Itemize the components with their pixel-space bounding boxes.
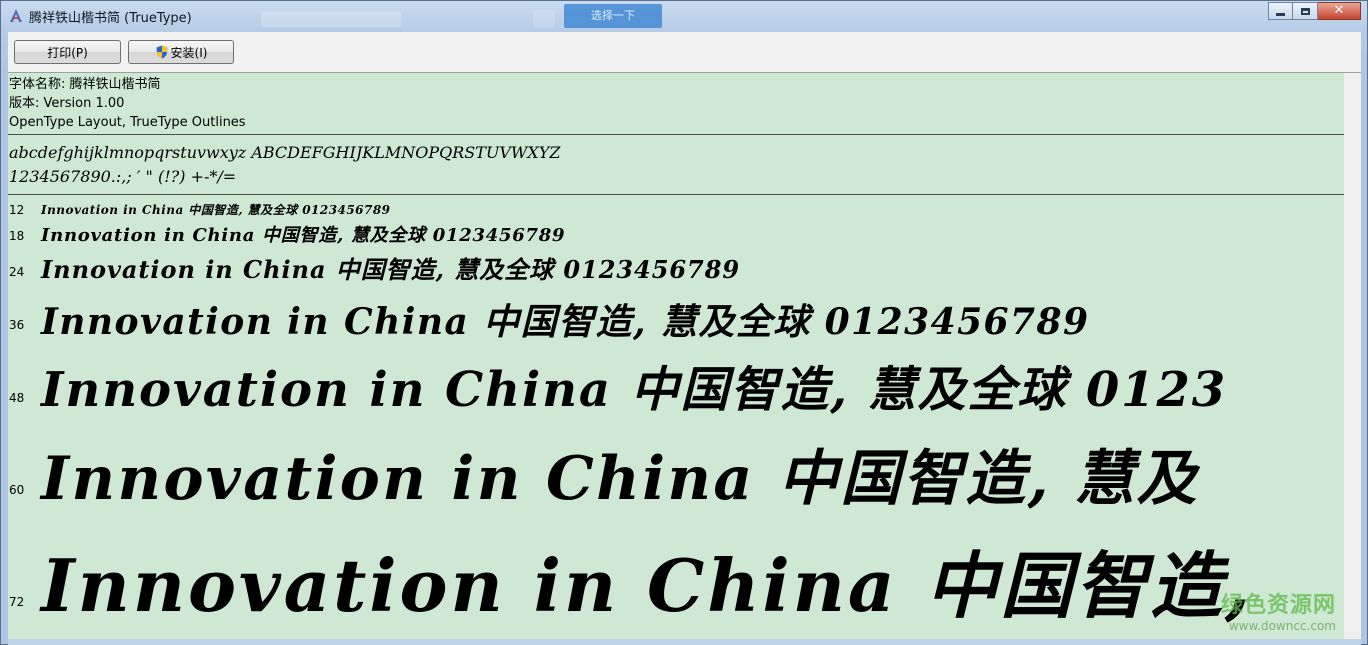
uac-shield-icon [156, 45, 168, 59]
sample-size-label: 12 [9, 203, 25, 217]
charset-letters: abcdefghijklmnopqrstuvwxyz ABCDEFGHIJKLM… [9, 143, 561, 162]
close-button[interactable]: ✕ [1318, 2, 1361, 20]
sample-row-24: 24 Innovation in China 中国智造, 慧及全球 012345… [8, 250, 1344, 286]
minimize-button[interactable] [1268, 2, 1293, 20]
print-button[interactable]: 打印(P) [14, 40, 121, 64]
window-controls: ✕ [1268, 2, 1361, 21]
install-button[interactable]: 安装(I) [128, 40, 234, 64]
sample-size-label: 48 [9, 391, 25, 405]
divider [8, 134, 1344, 135]
font-viewer-window: 腾祥铁山楷书简 (TrueType) 选择一下 ✕ 打印(P) 安装(I) 字体… [0, 0, 1368, 645]
divider [8, 194, 1344, 195]
sample-size-label: 36 [9, 318, 25, 332]
sample-size-label: 24 [9, 265, 25, 279]
background-window-button: 选择一下 [564, 4, 662, 28]
sample-text: Innovation in China 中国智造, [41, 543, 1253, 628]
sample-size-label: 60 [9, 483, 25, 497]
background-window-button-label: 选择一下 [591, 9, 635, 22]
window-bottom-border [8, 639, 1361, 645]
sample-row-12: 12 Innovation in China 中国智造, 慧及全球 012345… [8, 201, 1344, 221]
sample-text: Innovation in China 中国智造, 慧及全球 012345678… [41, 203, 391, 217]
sample-size-label: 18 [9, 229, 25, 243]
close-icon: ✕ [1333, 3, 1345, 18]
sample-text: Innovation in China 中国智造, 慧及全球 012345678… [41, 225, 566, 246]
font-info-block: 字体名称: 腾祥铁山楷书简 版本: Version 1.00 OpenType … [9, 75, 246, 132]
font-app-icon [10, 9, 22, 22]
vertical-scrollbar[interactable] [1344, 73, 1361, 639]
sample-text: Innovation in China 中国智造, 慧及全球 0123 [41, 362, 1228, 418]
sample-size-label: 72 [9, 595, 25, 609]
font-type-line: OpenType Layout, TrueType Outlines [9, 115, 246, 130]
background-window-icon [533, 10, 555, 28]
sample-row-48: 48 Innovation in China 中国智造, 慧及全球 0123 [8, 350, 1344, 420]
window-title: 腾祥铁山楷书简 (TrueType) [29, 11, 192, 26]
maximize-button[interactable] [1293, 2, 1318, 20]
print-button-label: 打印(P) [47, 45, 88, 60]
font-version-line: 版本: Version 1.00 [9, 96, 125, 111]
sample-text: Innovation in China 中国智造, 慧及全球 012345678… [41, 301, 1090, 343]
maximize-icon [1300, 7, 1310, 15]
sample-text: Innovation in China 中国智造, 慧及 [41, 444, 1199, 514]
toolbar: 打印(P) 安装(I) [8, 32, 1361, 73]
sample-text: Innovation in China 中国智造, 慧及全球 012345678… [41, 255, 741, 284]
sample-row-60: 60 Innovation in China 中国智造, 慧及 [8, 430, 1344, 514]
sample-row-18: 18 Innovation in China 中国智造, 慧及全球 012345… [8, 221, 1344, 249]
sample-row-36: 36 Innovation in China 中国智造, 慧及全球 012345… [8, 291, 1344, 343]
title-bar[interactable]: 腾祥铁山楷书简 (TrueType) 选择一下 ✕ [1, 1, 1367, 31]
background-window-bar [261, 11, 401, 27]
install-button-label: 安装(I) [170, 45, 208, 60]
font-preview-pane[interactable]: 字体名称: 腾祥铁山楷书简 版本: Version 1.00 OpenType … [8, 73, 1344, 639]
charset-digits: 1234567890.:,; ′ " (!?) +-*/= [9, 167, 237, 186]
minimize-icon [1276, 12, 1285, 16]
sample-row-72: 72 Innovation in China 中国智造, [8, 525, 1344, 635]
font-name-line: 字体名称: 腾祥铁山楷书简 [9, 77, 161, 92]
